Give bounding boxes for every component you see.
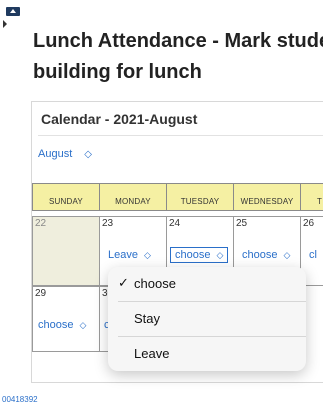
attendance-select-23[interactable]: Leave ◇ [108, 249, 151, 261]
attendance-select-value: choose [175, 249, 211, 261]
attendance-select-value: Leave [108, 249, 138, 261]
chevron-updown-icon: ◇ [283, 250, 291, 260]
attendance-dropdown-menu: ✓ choose Stay Leave [108, 267, 306, 371]
month-select-value: August [38, 148, 73, 160]
weekday-header-sunday: Sunday [32, 183, 100, 211]
day-number: 23 [102, 218, 114, 229]
page-title: Lunch Attendance - Mark stude building f… [33, 26, 323, 88]
chevron-updown-icon: ◇ [84, 149, 92, 160]
page-title-line-1: Lunch Attendance - Mark stude [33, 30, 323, 52]
attendance-select-25[interactable]: choose ◇ [242, 249, 290, 261]
divider [38, 135, 323, 136]
calendar-title: Calendar - 2021-August [41, 111, 198, 127]
page-title-line-2: building for lunch [33, 61, 202, 83]
menu-option-label: Leave [134, 346, 170, 361]
day-number: 25 [236, 218, 248, 229]
attendance-select-value: choose [38, 319, 74, 331]
day-number: 22 [35, 218, 47, 229]
weekday-header-wednesday: Wednesday [233, 183, 301, 211]
day-number: 24 [169, 218, 181, 229]
month-select[interactable]: August ◇ [38, 148, 92, 160]
menu-option-label: Stay [134, 311, 161, 326]
weekday-header-thursday: T [300, 183, 323, 211]
attendance-select-26[interactable]: cl [309, 249, 317, 261]
attendance-select-29[interactable]: choose ◇ [38, 319, 86, 331]
weekday-header-tuesday: Tuesday [166, 183, 234, 211]
menu-option-leave[interactable]: Leave [108, 337, 306, 371]
chevron-updown-icon: ◇ [143, 250, 151, 260]
attendance-select-24[interactable]: choose ◇ [170, 247, 229, 263]
menu-option-choose[interactable]: ✓ choose [108, 267, 306, 301]
expand-sidebar-icon[interactable] [0, 17, 11, 31]
day-cell-22: 22 [32, 216, 100, 286]
menu-option-stay[interactable]: Stay [108, 302, 306, 336]
checkmark-icon: ✓ [118, 275, 129, 290]
day-number: 29 [35, 288, 47, 299]
chevron-updown-icon: ◇ [216, 250, 224, 260]
day-cell-29: 29 choose ◇ [32, 286, 100, 352]
footer-id-link[interactable]: 00418392 [2, 395, 38, 404]
scroll-to-top-button[interactable] [6, 7, 20, 16]
menu-option-label: choose [134, 276, 176, 291]
day-number: 26 [303, 218, 315, 229]
attendance-select-value: choose [242, 249, 278, 261]
weekday-header-monday: Monday [99, 183, 167, 211]
attendance-select-value: cl [309, 249, 317, 261]
chevron-updown-icon: ◇ [79, 320, 87, 330]
